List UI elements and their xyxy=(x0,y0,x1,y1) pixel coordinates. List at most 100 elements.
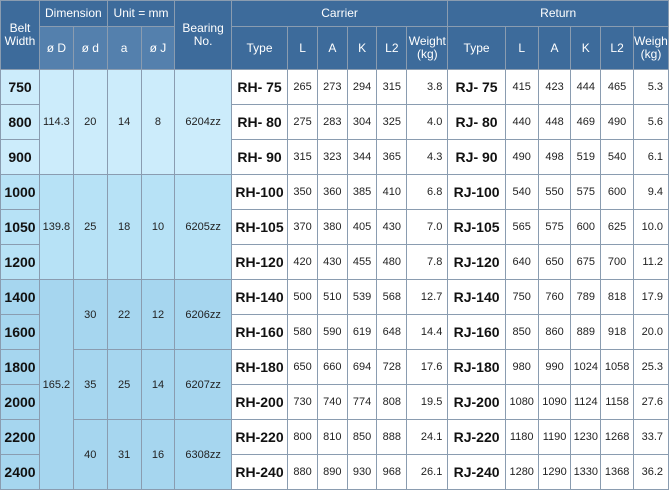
return-a-cell: 1290 xyxy=(537,454,572,490)
carrier-k-cell: 304 xyxy=(346,104,378,140)
carrier-a-cell: 590 xyxy=(316,314,348,350)
return-type-cell: RJ- 90 xyxy=(447,139,506,175)
carrier-l-cell: 650 xyxy=(287,349,318,385)
return-k-cell: 519 xyxy=(570,139,602,175)
carrier-type-cell: RH- 75 xyxy=(230,69,289,105)
carrier-l2-cell: 808 xyxy=(376,384,408,420)
carrier-type-header: Type xyxy=(230,26,289,70)
carrier-l-cell: 580 xyxy=(287,314,318,350)
bearing-cell: 6205zz xyxy=(174,174,232,280)
carrier-k-cell: 539 xyxy=(346,279,378,315)
carrier-a-cell: 380 xyxy=(316,209,348,245)
belt-width-cell: 750 xyxy=(0,69,40,105)
carrier-type-cell: RH-120 xyxy=(230,244,289,280)
carrier-a-cell: 740 xyxy=(316,384,348,420)
carrier-weight-cell: 3.8 xyxy=(406,69,449,105)
carrier-a-cell: 890 xyxy=(316,454,348,490)
phi-d-small-header: ø d xyxy=(72,26,108,70)
return-l2-cell: 540 xyxy=(600,139,635,175)
carrier-a-cell: 660 xyxy=(316,349,348,385)
phi-j-cell: 14 xyxy=(140,349,176,420)
carrier-a-cell: 273 xyxy=(316,69,348,105)
belt-width-cell: 2000 xyxy=(0,384,40,420)
carrier-l-cell: 500 xyxy=(287,279,318,315)
return-weight-cell: 17.9 xyxy=(633,279,669,315)
return-l-cell: 850 xyxy=(504,314,539,350)
phi-d-big-cell: 114.3 xyxy=(38,69,74,175)
carrier-weight-cell: 14.4 xyxy=(406,314,449,350)
carrier-type-cell: RH-200 xyxy=(230,384,289,420)
phi-j-cell: 16 xyxy=(140,419,176,490)
carrier-k-cell: 455 xyxy=(346,244,378,280)
carrier-l-cell: 275 xyxy=(287,104,318,140)
carrier-type-cell: RH- 80 xyxy=(230,104,289,140)
return-l-cell: 1280 xyxy=(504,454,539,490)
carrier-k-cell: 930 xyxy=(346,454,378,490)
return-l-cell: 490 xyxy=(504,139,539,175)
return-l2-cell: 1268 xyxy=(600,419,635,455)
table-row: 1400 165.2 30 22 12 6206zz RH-140 500 510 539 568 1… xyxy=(0,279,669,490)
return-k-cell: 1024 xyxy=(570,349,602,385)
carrier-l2-cell: 365 xyxy=(376,139,408,175)
return-a-cell: 1090 xyxy=(537,384,572,420)
return-l-cell: 540 xyxy=(504,174,539,210)
return-a-cell: 550 xyxy=(537,174,572,210)
phi-d-big-cell: 139.8 xyxy=(38,174,74,280)
return-weight-cell: 20.0 xyxy=(633,314,669,350)
carrier-weight-cell: 4.0 xyxy=(406,104,449,140)
carrier-weight-cell: 26.1 xyxy=(406,454,449,490)
carrier-l-cell: 350 xyxy=(287,174,318,210)
carrier-weight-header: Weight (kg) xyxy=(406,26,449,70)
phi-d-small-cell: 30 xyxy=(72,279,108,350)
belt-width-cell: 1200 xyxy=(0,244,40,280)
return-type-cell: RJ-200 xyxy=(447,384,506,420)
carrier-l-cell: 730 xyxy=(287,384,318,420)
return-l-cell: 415 xyxy=(504,69,539,105)
return-l-header: L xyxy=(504,26,539,70)
carrier-l2-cell: 968 xyxy=(376,454,408,490)
phi-j-header: ø J xyxy=(140,26,176,70)
bearing-cell: 6206zz xyxy=(174,279,232,350)
a-cell: 31 xyxy=(106,419,142,490)
carrier-l2-cell: 325 xyxy=(376,104,408,140)
return-header: Return xyxy=(447,0,669,27)
carrier-l-cell: 880 xyxy=(287,454,318,490)
return-l-cell: 565 xyxy=(504,209,539,245)
phi-j-cell: 10 xyxy=(140,174,176,280)
belt-width-cell: 1400 xyxy=(0,279,40,315)
return-k-cell: 469 xyxy=(570,104,602,140)
phi-d-small-cell: 40 xyxy=(72,419,108,490)
phi-d-big-header: ø D xyxy=(38,26,74,70)
return-k-cell: 675 xyxy=(570,244,602,280)
table-body: 750 114.3 20 14 8 6204zz RH- 75 265 273 294 315 3.8… xyxy=(0,69,669,490)
carrier-weight-cell: 19.5 xyxy=(406,384,449,420)
return-type-header: Type xyxy=(447,26,506,70)
carrier-k-cell: 850 xyxy=(346,419,378,455)
return-l2-cell: 700 xyxy=(600,244,635,280)
return-a-cell: 575 xyxy=(537,209,572,245)
carrier-weight-cell: 7.0 xyxy=(406,209,449,245)
carrier-type-cell: RH-140 xyxy=(230,279,289,315)
carrier-k-cell: 619 xyxy=(346,314,378,350)
carrier-type-cell: RH-240 xyxy=(230,454,289,490)
carrier-a-cell: 323 xyxy=(316,139,348,175)
carrier-k-cell: 774 xyxy=(346,384,378,420)
carrier-type-cell: RH- 90 xyxy=(230,139,289,175)
return-l2-cell: 625 xyxy=(600,209,635,245)
table-row: 750 114.3 20 14 8 6204zz RH- 75 265 273 294 315 3.8… xyxy=(0,69,669,175)
unit-header: Unit = mm xyxy=(106,0,176,27)
carrier-l-cell: 420 xyxy=(287,244,318,280)
return-type-cell: RJ-140 xyxy=(447,279,506,315)
carrier-l2-cell: 430 xyxy=(376,209,408,245)
return-weight-header: Weight (kg) xyxy=(633,26,669,70)
table-row: 2200 40 31 16 6308zz RH-220 800 810 850 888 24.1 RJ… xyxy=(0,419,669,490)
belt-width-cell: 900 xyxy=(0,139,40,175)
return-weight-cell: 11.2 xyxy=(633,244,669,280)
belt-width-cell: 2400 xyxy=(0,454,40,490)
carrier-weight-cell: 17.6 xyxy=(406,349,449,385)
return-a-cell: 423 xyxy=(537,69,572,105)
carrier-weight-cell: 6.8 xyxy=(406,174,449,210)
carrier-l2-cell: 648 xyxy=(376,314,408,350)
belt-width-header: Belt Width xyxy=(0,0,40,70)
return-k-cell: 600 xyxy=(570,209,602,245)
